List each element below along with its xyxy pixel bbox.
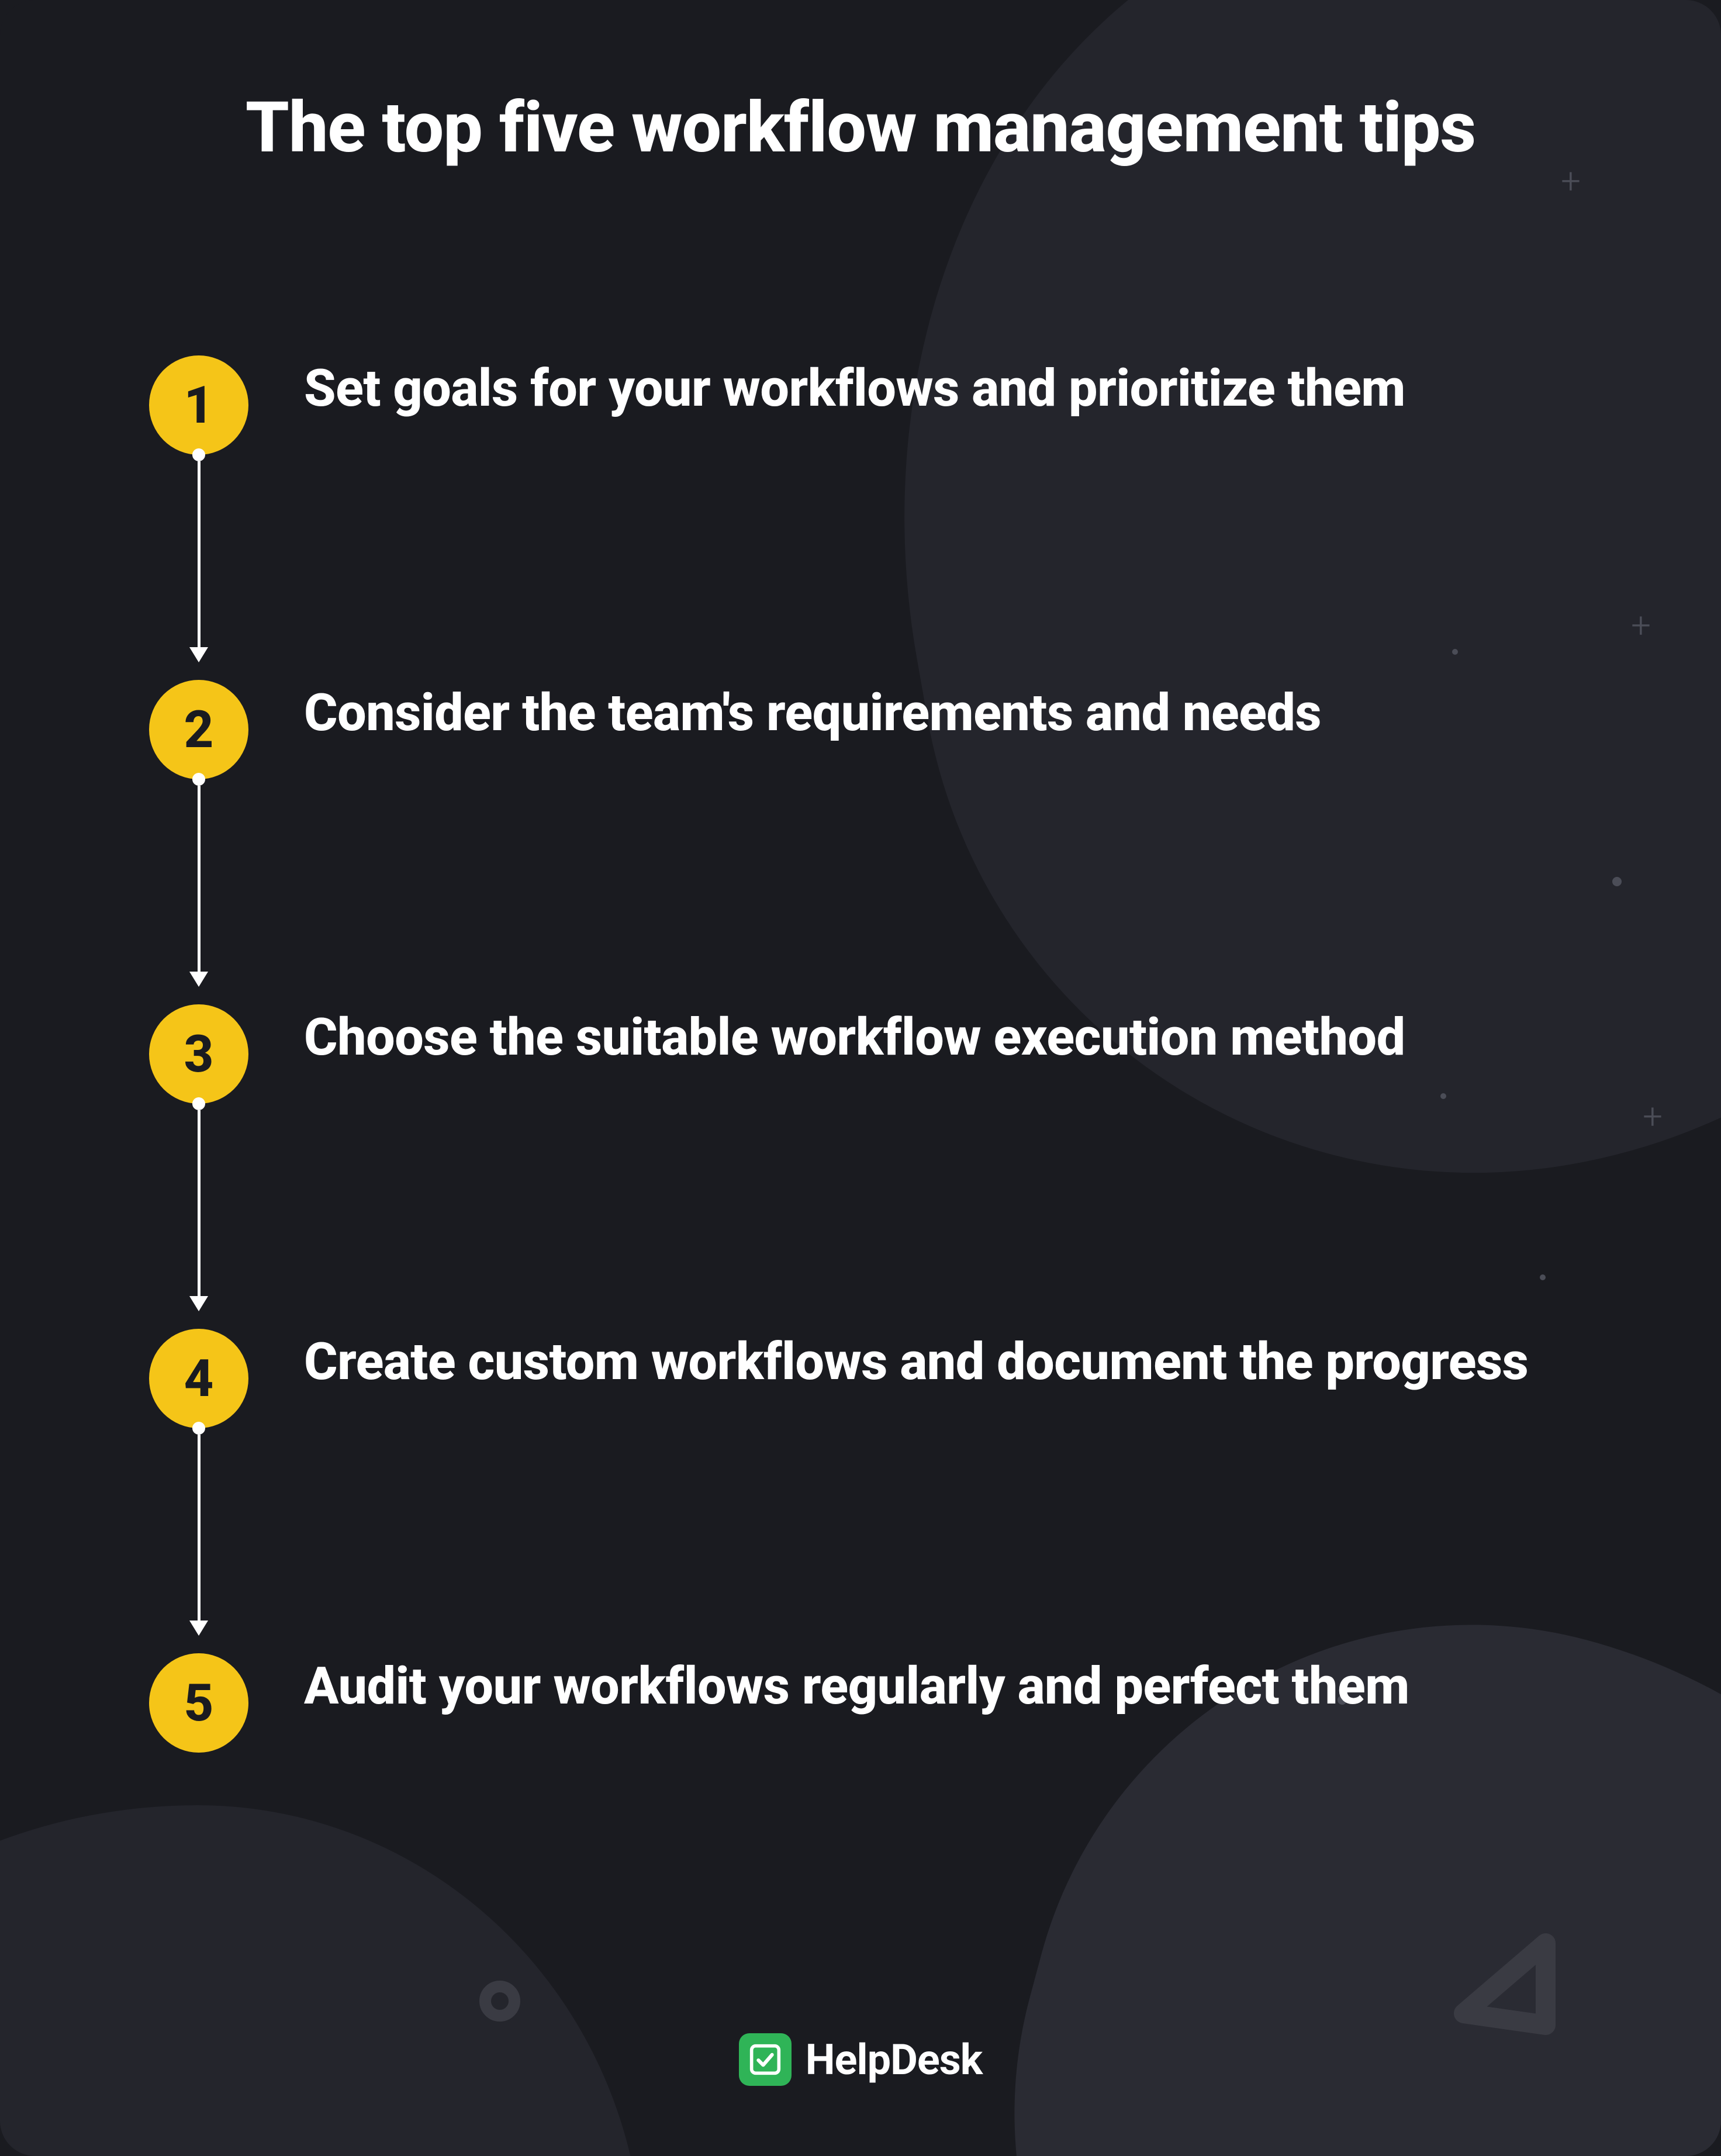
step-number-badge: 1: [149, 355, 248, 455]
connector-dot-icon: [192, 773, 205, 786]
connector-dot-icon: [192, 448, 205, 461]
arrow-down-icon: [189, 972, 208, 987]
helpdesk-logo-icon: [739, 2033, 792, 2086]
infographic-card: + + + The top five workflow management t…: [0, 0, 1721, 2156]
brand-name: HelpDesk: [806, 2035, 982, 2085]
step-item: 5 Audit your workflows regularly and per…: [140, 1653, 1581, 1753]
connector-dot-icon: [192, 1422, 205, 1435]
step-item: 1 Set goals for your workflows and prior…: [140, 355, 1581, 680]
step-list: 1 Set goals for your workflows and prior…: [140, 355, 1581, 1753]
connector-dot-icon: [192, 1097, 205, 1110]
step-number-badge: 5: [149, 1653, 248, 1753]
brand-footer: HelpDesk: [0, 2033, 1721, 2086]
step-item: 3 Choose the suitable workflow execution…: [140, 1004, 1581, 1329]
step-number-badge: 2: [149, 680, 248, 779]
step-text: Choose the suitable workflow execution m…: [257, 1004, 1581, 1069]
decorative-blob: [0, 1805, 643, 2156]
step-badge-column: 4: [140, 1329, 257, 1653]
connector-line: [198, 1110, 201, 1297]
content: The top five workflow management tips 1 …: [0, 0, 1721, 1753]
step-number-badge: 3: [149, 1004, 248, 1104]
connector-line: [198, 786, 201, 973]
triangle-icon: [1440, 1920, 1569, 2039]
ring-icon: [479, 1981, 520, 2022]
step-badge-column: 1: [140, 355, 257, 680]
arrow-down-icon: [189, 647, 208, 662]
step-item: 2 Consider the team's requirements and n…: [140, 680, 1581, 1004]
step-badge-column: 5: [140, 1653, 257, 1753]
connector-line: [198, 1435, 201, 1622]
step-number-badge: 4: [149, 1329, 248, 1428]
step-text: Create custom workflows and document the…: [257, 1329, 1581, 1393]
step-badge-column: 2: [140, 680, 257, 1004]
step-item: 4 Create custom workflows and document t…: [140, 1329, 1581, 1653]
step-text: Audit your workflows regularly and perfe…: [257, 1653, 1581, 1718]
arrow-down-icon: [189, 1621, 208, 1636]
page-title: The top five workflow management tips: [140, 88, 1581, 168]
step-text: Set goals for your workflows and priorit…: [257, 355, 1581, 420]
step-badge-column: 3: [140, 1004, 257, 1329]
arrow-down-icon: [189, 1296, 208, 1311]
connector-line: [198, 461, 201, 648]
step-text: Consider the team's requirements and nee…: [257, 680, 1581, 744]
